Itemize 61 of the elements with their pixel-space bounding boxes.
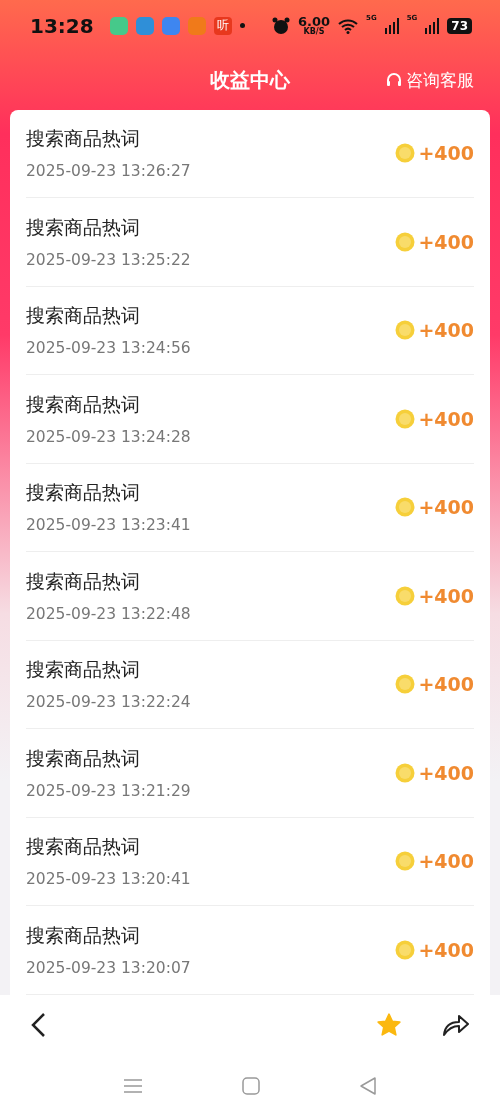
record-time: 2025-09-23 13:21:29 bbox=[26, 781, 192, 800]
record-title: 搜索商品热词 bbox=[26, 568, 141, 594]
record-title: 搜索商品热词 bbox=[26, 303, 141, 329]
record-time: 2025-09-23 13:26:27 bbox=[26, 162, 192, 181]
page-title: 收益中心 bbox=[210, 67, 290, 95]
record-time: 2025-09-23 13:22:24 bbox=[26, 693, 192, 712]
back-icon[interactable] bbox=[30, 1012, 46, 1039]
record-title: 搜索商品热词 bbox=[26, 126, 141, 152]
star-icon[interactable] bbox=[376, 1012, 402, 1039]
alarm-icon bbox=[271, 16, 290, 35]
coin-icon bbox=[395, 143, 416, 164]
wifi-icon bbox=[338, 17, 359, 34]
record-title: 搜索商品热词 bbox=[26, 657, 141, 683]
dot-icon bbox=[239, 23, 245, 29]
reward-amount: +400 bbox=[418, 584, 474, 607]
record-title: 搜索商品热词 bbox=[26, 745, 141, 771]
coin-icon bbox=[395, 497, 416, 518]
record-title: 搜索商品热词 bbox=[26, 214, 141, 240]
record-time: 2025-09-23 13:20:41 bbox=[26, 870, 192, 889]
menu-icon[interactable] bbox=[124, 1078, 142, 1095]
app-icon bbox=[109, 16, 128, 35]
coin-icon bbox=[395, 939, 416, 960]
reward-amount: +400 bbox=[418, 761, 474, 784]
record-title: 搜索商品热词 bbox=[26, 922, 141, 948]
support-button[interactable]: 咨询客服 bbox=[385, 68, 474, 92]
coin-icon bbox=[395, 762, 416, 783]
reward-amount: +400 bbox=[418, 230, 474, 253]
share-icon[interactable] bbox=[442, 1013, 470, 1038]
record-time: 2025-09-23 13:25:22 bbox=[26, 250, 192, 269]
record-title: 搜索商品热词 bbox=[26, 834, 141, 860]
reward-amount: +400 bbox=[418, 673, 474, 696]
reward-amount: +400 bbox=[418, 938, 474, 961]
signal-icon bbox=[384, 17, 399, 34]
app-icon bbox=[135, 16, 154, 35]
reward-amount: +400 bbox=[418, 496, 474, 519]
record-time: 2025-09-23 13:20:07 bbox=[26, 958, 192, 977]
record-title: 搜索商品热词 bbox=[26, 391, 141, 417]
home-icon[interactable] bbox=[242, 1077, 260, 1096]
coin-icon bbox=[395, 408, 416, 429]
coin-icon bbox=[395, 320, 416, 341]
network-speed: 6.00 bbox=[297, 15, 331, 29]
app-icon bbox=[187, 16, 206, 35]
reward-amount: +400 bbox=[418, 407, 474, 430]
coin-icon bbox=[395, 851, 416, 872]
signal-icon bbox=[425, 17, 440, 34]
coin-icon bbox=[395, 585, 416, 606]
record-time: 2025-09-23 13:22:48 bbox=[26, 604, 192, 623]
app-icon: 听 bbox=[213, 16, 232, 35]
reward-amount: +400 bbox=[418, 142, 474, 165]
speed-unit: KB/S bbox=[303, 28, 325, 37]
battery-level: 73 bbox=[447, 17, 472, 34]
status-time: 13:28 bbox=[30, 13, 94, 38]
record-title: 搜索商品热词 bbox=[26, 480, 141, 506]
record-time: 2025-09-23 13:24:28 bbox=[26, 427, 192, 446]
coin-icon bbox=[395, 674, 416, 695]
record-time: 2025-09-23 13:23:41 bbox=[26, 516, 192, 535]
record-time: 2025-09-23 13:24:56 bbox=[26, 339, 192, 358]
reward-amount: +400 bbox=[418, 850, 474, 873]
reward-amount: +400 bbox=[418, 319, 474, 342]
app-icon bbox=[161, 16, 180, 35]
coin-icon bbox=[395, 231, 416, 252]
